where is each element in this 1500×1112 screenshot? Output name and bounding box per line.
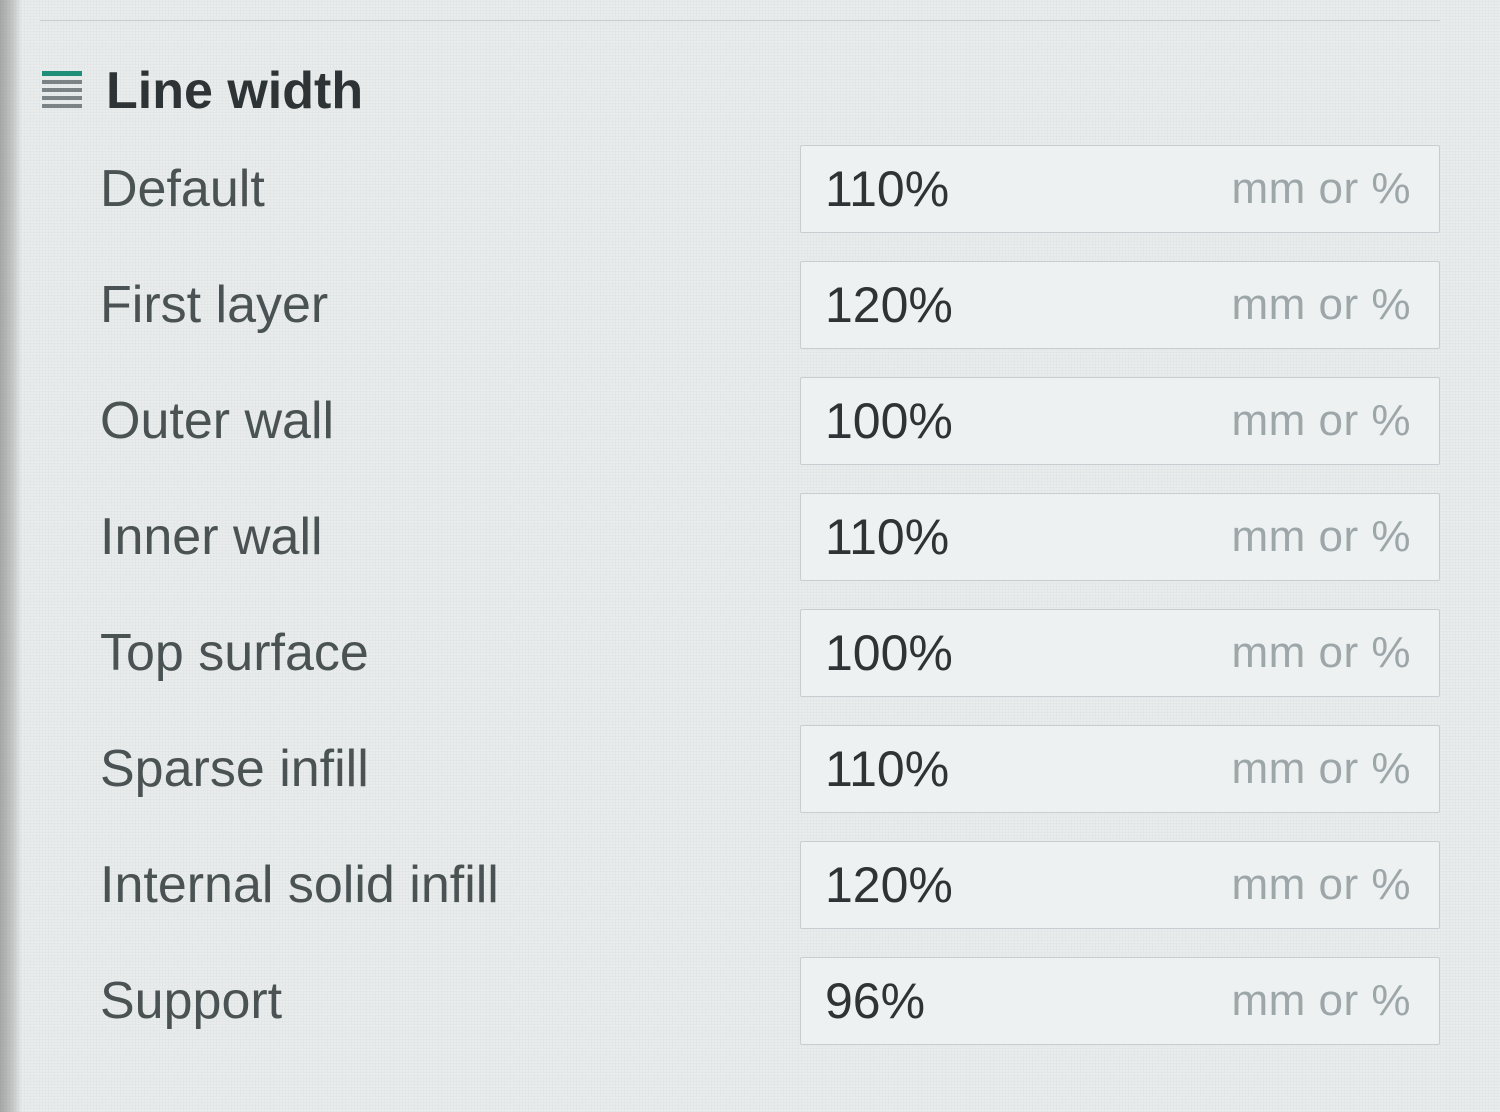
unit-hint: mm or % bbox=[995, 512, 1411, 562]
row-outer-wall: Outer wall 100% mm or % bbox=[40, 363, 1440, 479]
input-outer-wall[interactable]: 100% mm or % bbox=[800, 377, 1440, 465]
row-default: Default 110% mm or % bbox=[40, 131, 1440, 247]
line-width-icon bbox=[40, 69, 84, 113]
input-inner-wall[interactable]: 110% mm or % bbox=[800, 493, 1440, 581]
row-internal-solid-infill: Internal solid infill 120% mm or % bbox=[40, 827, 1440, 943]
label-first-layer: First layer bbox=[100, 275, 328, 335]
unit-hint: mm or % bbox=[995, 628, 1411, 678]
input-internal-solid-infill[interactable]: 120% mm or % bbox=[800, 841, 1440, 929]
line-width-settings-panel: Line width Default 110% mm or % First la… bbox=[0, 0, 1500, 1059]
value-default: 110% bbox=[825, 160, 995, 218]
label-internal-solid-infill: Internal solid infill bbox=[100, 855, 499, 915]
value-internal-solid-infill: 120% bbox=[825, 856, 995, 914]
input-default[interactable]: 110% mm or % bbox=[800, 145, 1440, 233]
value-top-surface: 100% bbox=[825, 624, 995, 682]
input-top-surface[interactable]: 100% mm or % bbox=[800, 609, 1440, 697]
label-default: Default bbox=[100, 159, 265, 219]
unit-hint: mm or % bbox=[995, 976, 1411, 1026]
input-support[interactable]: 96% mm or % bbox=[800, 957, 1440, 1045]
value-support: 96% bbox=[825, 972, 995, 1030]
unit-hint: mm or % bbox=[995, 860, 1411, 910]
row-sparse-infill: Sparse infill 110% mm or % bbox=[40, 711, 1440, 827]
section-title: Line width bbox=[106, 61, 363, 121]
unit-hint: mm or % bbox=[995, 164, 1411, 214]
section-header-line-width[interactable]: Line width bbox=[40, 61, 1440, 121]
input-first-layer[interactable]: 120% mm or % bbox=[800, 261, 1440, 349]
label-top-surface: Top surface bbox=[100, 623, 369, 683]
row-support: Support 96% mm or % bbox=[40, 943, 1440, 1059]
row-inner-wall: Inner wall 110% mm or % bbox=[40, 479, 1440, 595]
value-inner-wall: 110% bbox=[825, 508, 995, 566]
row-first-layer: First layer 120% mm or % bbox=[40, 247, 1440, 363]
label-outer-wall: Outer wall bbox=[100, 391, 334, 451]
value-outer-wall: 100% bbox=[825, 392, 995, 450]
divider bbox=[40, 0, 1440, 21]
unit-hint: mm or % bbox=[995, 280, 1411, 330]
value-sparse-infill: 110% bbox=[825, 740, 995, 798]
input-sparse-infill[interactable]: 110% mm or % bbox=[800, 725, 1440, 813]
label-inner-wall: Inner wall bbox=[100, 507, 323, 567]
label-sparse-infill: Sparse infill bbox=[100, 739, 369, 799]
label-support: Support bbox=[100, 971, 282, 1031]
unit-hint: mm or % bbox=[995, 396, 1411, 446]
value-first-layer: 120% bbox=[825, 276, 995, 334]
row-top-surface: Top surface 100% mm or % bbox=[40, 595, 1440, 711]
unit-hint: mm or % bbox=[995, 744, 1411, 794]
settings-rows: Default 110% mm or % First layer 120% mm… bbox=[40, 131, 1440, 1059]
